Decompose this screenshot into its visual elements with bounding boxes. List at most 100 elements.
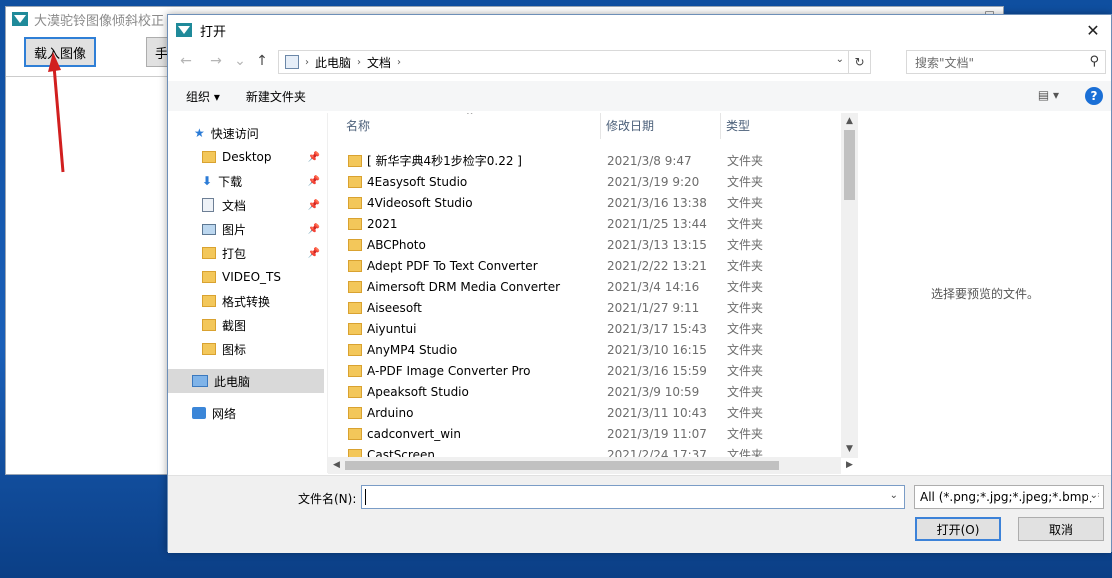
open-button[interactable]: 打开(O) — [915, 517, 1001, 541]
file-date: 2021/3/19 9:20 — [607, 174, 700, 189]
folder-icon — [348, 239, 362, 251]
chevron-down-icon[interactable]: ⌄ — [1087, 490, 1098, 501]
forward-arrow-icon[interactable]: → — [206, 51, 226, 71]
back-arrow-icon[interactable]: ← — [176, 51, 196, 71]
filename-input[interactable]: ⌄ — [361, 485, 905, 509]
file-date: 2021/3/4 14:16 — [607, 279, 700, 294]
sidebar-item-screenshots[interactable]: 截图 — [168, 313, 324, 337]
file-type: 文件夹 — [727, 343, 764, 357]
file-row[interactable]: [ 新华字典4秒1步检字0.22 ] 2021/3/8 9:47 文件夹 — [328, 150, 858, 171]
folder-icon — [202, 319, 216, 331]
file-row[interactable]: 4Videosoft Studio 2021/3/16 13:38 文件夹 — [328, 192, 858, 213]
up-arrow-icon[interactable]: ↑ — [252, 51, 272, 71]
search-icon[interactable]: ⚲ — [1089, 54, 1099, 69]
folder-icon — [348, 197, 362, 209]
file-row[interactable]: Aiyuntui 2021/3/17 15:43 文件夹 — [328, 318, 858, 339]
scroll-thumb[interactable] — [345, 461, 779, 470]
download-icon: ⬇ — [202, 174, 213, 188]
file-date: 2021/3/19 11:07 — [607, 426, 707, 441]
scroll-up-icon[interactable]: ▲ — [841, 113, 858, 130]
sidebar-item-icons[interactable]: 图标 — [168, 337, 324, 361]
new-folder-button[interactable]: 新建文件夹 — [246, 88, 306, 105]
search-input[interactable]: 搜索"文档" ⚲ — [906, 50, 1106, 74]
column-divider[interactable] — [720, 113, 721, 139]
sidebar-item-this-pc[interactable]: 此电脑 — [168, 369, 324, 393]
file-row[interactable]: Aimersoft DRM Media Converter 2021/3/4 14… — [328, 276, 858, 297]
close-icon[interactable]: ✕ — [1081, 21, 1105, 40]
file-row[interactable]: Adept PDF To Text Converter 2021/2/22 13:… — [328, 255, 858, 276]
scroll-thumb[interactable] — [844, 130, 855, 200]
file-name: 2021 — [367, 216, 398, 231]
sidebar-item-label: 截图 — [222, 318, 247, 333]
chevron-right-icon: › — [357, 56, 362, 68]
dialog-footer: 文件名(N): ⌄ All (*.png;*.jpg;*.jpeg;*.bmp;… — [168, 475, 1111, 553]
scroll-down-icon[interactable]: ▼ — [841, 441, 858, 458]
star-icon: ★ — [194, 126, 205, 140]
organize-button[interactable]: 组织 ▾ — [186, 88, 220, 105]
breadcrumb-this-pc[interactable]: 此电脑 — [315, 54, 351, 71]
sidebar-item-downloads[interactable]: ⬇ 下载 📌 — [168, 169, 324, 193]
file-row[interactable]: Aiseesoft 2021/1/27 9:11 文件夹 — [328, 297, 858, 318]
sidebar-item-video-ts[interactable]: VIDEO_TS — [168, 265, 324, 289]
file-date: 2021/1/27 9:11 — [607, 300, 700, 315]
file-row[interactable]: A-PDF Image Converter Pro 2021/3/16 15:59… — [328, 360, 858, 381]
sidebar-item-label: Desktop — [222, 150, 272, 164]
vertical-scrollbar[interactable]: ▲ ▼ — [841, 113, 858, 458]
column-divider[interactable] — [600, 113, 601, 139]
dialog-title: 打开 — [200, 24, 227, 40]
file-date: 2021/3/9 10:59 — [607, 384, 700, 399]
file-row[interactable]: AnyMP4 Studio 2021/3/10 16:15 文件夹 — [328, 339, 858, 360]
folder-icon — [348, 281, 362, 293]
file-type-select[interactable]: All (*.png;*.jpg;*.jpeg;*.bmp;* ⌄ — [914, 485, 1104, 509]
address-bar[interactable]: › 此电脑 › 文档 › ⌄ ↻ — [278, 50, 871, 74]
recent-locations-icon[interactable]: ⌄ — [230, 51, 250, 71]
sidebar-item-dabao[interactable]: 打包 📌 — [168, 241, 324, 265]
sidebar-item-label: 快速访问 — [210, 126, 259, 141]
open-file-dialog: 打开 ✕ ← → ⌄ ↑ › 此电脑 › 文档 › ⌄ ↻ 搜索"文档" ⚲ 组… — [167, 14, 1112, 553]
cancel-button[interactable]: 取消 — [1018, 517, 1104, 541]
chevron-right-icon: › — [397, 56, 402, 68]
breadcrumb-documents[interactable]: 文档 — [367, 54, 391, 71]
column-header-date[interactable]: 修改日期 — [606, 117, 654, 134]
sidebar-item-network[interactable]: 网络 — [168, 401, 324, 425]
file-row[interactable]: ABCPhoto 2021/3/13 13:15 文件夹 — [328, 234, 858, 255]
column-header-name[interactable]: 名称 — [346, 117, 370, 134]
pin-icon: 📌 — [307, 175, 320, 187]
file-row[interactable]: 4Easysoft Studio 2021/3/19 9:20 文件夹 — [328, 171, 858, 192]
search-placeholder: 搜索"文档" — [915, 55, 975, 70]
sidebar-item-format-convert[interactable]: 格式转换 — [168, 289, 324, 313]
file-date: 2021/3/16 13:38 — [607, 195, 707, 210]
sidebar-item-quick-access[interactable]: ★ 快速访问 — [168, 121, 324, 145]
horizontal-scrollbar[interactable]: ◀ ▶ — [328, 457, 853, 474]
pin-icon: 📌 — [307, 247, 320, 259]
column-header-type[interactable]: 类型 — [726, 117, 750, 134]
sidebar-item-desktop[interactable]: Desktop 📌 — [168, 145, 324, 169]
file-row[interactable]: Arduino 2021/3/11 10:43 文件夹 — [328, 402, 858, 423]
folder-icon — [348, 260, 362, 272]
help-icon[interactable]: ? — [1085, 87, 1103, 105]
folder-icon — [202, 247, 216, 259]
view-options-icon[interactable]: ▤ ▾ — [1038, 88, 1059, 102]
file-name: AnyMP4 Studio — [367, 342, 458, 357]
refresh-icon[interactable]: ↻ — [848, 51, 870, 73]
file-type: 文件夹 — [727, 238, 764, 252]
file-row[interactable]: cadconvert_win 2021/3/19 11:07 文件夹 — [328, 423, 858, 444]
file-type: 文件夹 — [727, 196, 764, 210]
sidebar-item-label: 网络 — [212, 406, 237, 421]
scroll-left-icon[interactable]: ◀ — [328, 457, 345, 474]
file-row[interactable]: Apeaksoft Studio 2021/3/9 10:59 文件夹 — [328, 381, 858, 402]
file-type: 文件夹 — [727, 301, 764, 315]
sidebar-item-label: 下载 — [218, 174, 243, 189]
chevron-down-icon[interactable]: ⌄ — [890, 490, 898, 501]
folder-icon — [202, 295, 216, 307]
file-row[interactable]: 2021 2021/1/25 13:44 文件夹 — [328, 213, 858, 234]
sidebar-item-pictures[interactable]: 图片 📌 — [168, 217, 324, 241]
sidebar-item-documents[interactable]: 文档 📌 — [168, 193, 324, 217]
dialog-title-bar: 打开 — [168, 15, 1111, 45]
navigation-pane: ★ 快速访问 Desktop 📌 ⬇ 下载 📌 文档 📌 图片 📌 打包 📌 V… — [168, 113, 328, 475]
chevron-down-icon[interactable]: ⌄ — [836, 54, 844, 65]
folder-icon — [202, 343, 216, 355]
file-name: 4Easysoft Studio — [367, 174, 468, 189]
file-name: ABCPhoto — [367, 237, 426, 252]
scroll-right-icon[interactable]: ▶ — [841, 457, 858, 474]
